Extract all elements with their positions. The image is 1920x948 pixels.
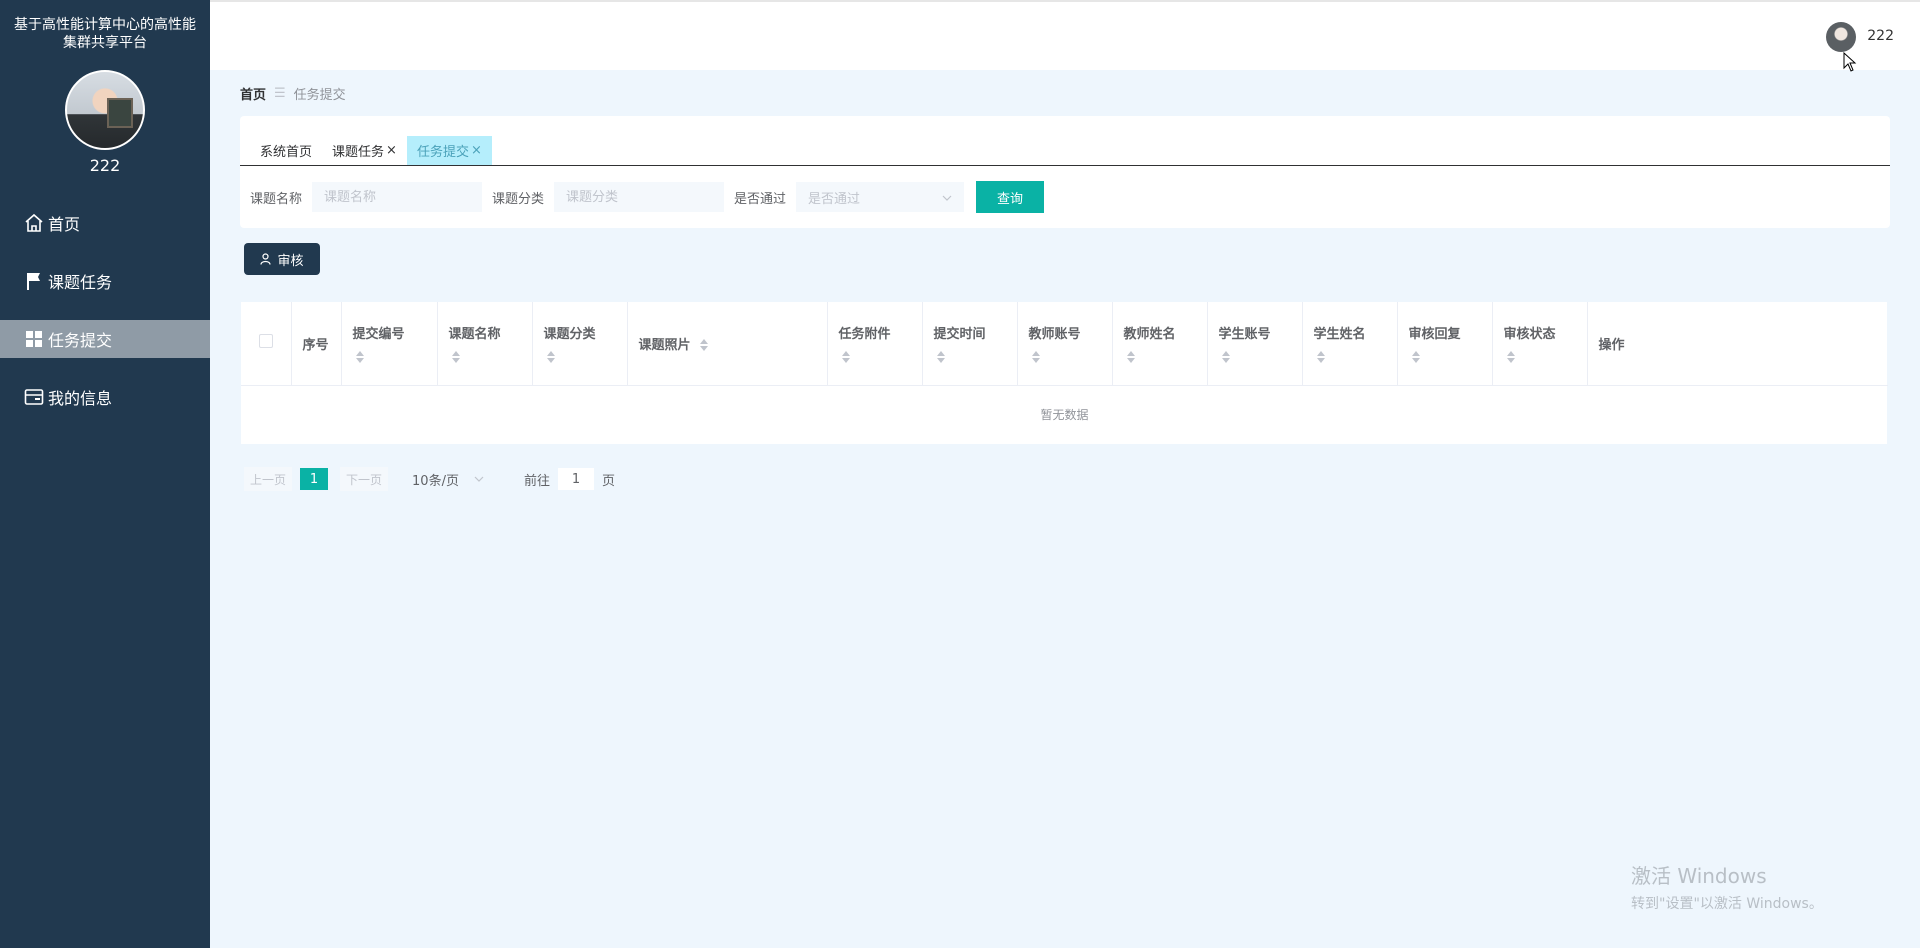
breadcrumb-current: 任务提交 (293, 88, 346, 103)
sort-icon[interactable] (1504, 350, 1518, 364)
sort-icon[interactable] (1124, 350, 1138, 364)
column-header[interactable]: 课题分类 (532, 302, 628, 386)
page-size-select[interactable]: 10条/页 (412, 470, 492, 489)
mouse-cursor-icon (1843, 51, 1857, 76)
topic-category-input[interactable] (554, 182, 725, 212)
page-suffix: 页 (602, 473, 616, 489)
audit-button[interactable]: 审核 (244, 243, 320, 275)
close-icon[interactable]: × (386, 143, 397, 158)
column-header[interactable]: 学生账号 (1207, 302, 1303, 386)
search-filters: 课题名称 课题分类 是否通过 是否通过 查询 (250, 181, 1045, 213)
select-all-checkbox[interactable] (258, 334, 273, 349)
column-header[interactable]: 教师账号 (1017, 302, 1113, 386)
submissions-table: 序号 提交编号 课题名称 课题分类 课题照片 任务附件 提交时间 教师账号 教师… (241, 302, 1888, 444)
sidebar-item-task-submit[interactable]: 任务提交 (0, 320, 210, 358)
column-header[interactable]: 课题名称 (437, 302, 533, 386)
pass-status-label: 是否通过 (734, 191, 787, 207)
tab-topic-tasks[interactable]: 课题任务 × (322, 136, 407, 165)
page-number-active[interactable]: 1 (300, 468, 329, 490)
sidebar-item-my-info[interactable]: 我的信息 (0, 378, 210, 416)
breadcrumb-home[interactable]: 首页 (240, 84, 266, 103)
topic-category-label: 课题分类 (492, 191, 545, 207)
chevron-down-icon (942, 190, 952, 205)
column-header[interactable]: 提交时间 (922, 302, 1018, 386)
chevron-down-icon (474, 474, 484, 485)
filter-panel: 系统首页 课题任务 × 任务提交 × 课题名称 课题分类 是否通过 是否通过 查… (240, 116, 1890, 228)
sort-icon[interactable] (449, 350, 463, 364)
column-header[interactable]: 教师姓名 (1112, 302, 1208, 386)
goto-page: 前往 页 (524, 468, 615, 490)
id-card-icon (24, 387, 44, 407)
user-icon (260, 253, 272, 265)
empty-text: 暂无数据 (1040, 407, 1089, 422)
sidebar-item-label: 我的信息 (48, 389, 113, 408)
sidebar: 基于高性能计算中心的高性能 集群共享平台 222 首页 课题任务 任务提交 我的… (0, 0, 210, 948)
column-header[interactable]: 审核状态 (1492, 302, 1588, 386)
column-header: 序号 (291, 302, 342, 386)
sidebar-item-label: 任务提交 (48, 331, 113, 350)
grid-icon (24, 329, 44, 349)
query-button[interactable]: 查询 (976, 181, 1045, 213)
column-header[interactable]: 课题照片 (627, 302, 828, 386)
sidebar-menu: 首页 课题任务 任务提交 我的信息 (0, 204, 210, 436)
flag-icon (24, 271, 44, 291)
sidebar-username: 222 (89, 156, 121, 175)
empty-row: 暂无数据 (241, 385, 1888, 443)
sort-icon[interactable] (1029, 350, 1043, 364)
windows-activation-watermark: 激活 Windows 转到"设置"以激活 Windows。 (1631, 864, 1823, 912)
pagination: 上一页 1 下一页 10条/页 前往 页 (244, 467, 615, 491)
next-page-button[interactable]: 下一页 (340, 467, 389, 491)
tab-system-home[interactable]: 系统首页 (250, 136, 322, 165)
sort-icon[interactable] (1219, 350, 1233, 364)
sort-icon[interactable] (353, 350, 367, 364)
close-icon[interactable]: × (471, 143, 482, 158)
tab-bar: 系统首页 课题任务 × 任务提交 × (240, 136, 1890, 166)
sidebar-item-home[interactable]: 首页 (0, 204, 210, 242)
column-header[interactable]: 审核回复 (1397, 302, 1493, 386)
sort-icon[interactable] (697, 338, 711, 352)
avatar[interactable] (65, 70, 145, 150)
prev-page-button[interactable]: 上一页 (244, 467, 293, 491)
column-header[interactable]: 任务附件 (827, 302, 923, 386)
sidebar-item-label: 首页 (48, 215, 81, 234)
topic-name-input[interactable] (312, 182, 483, 212)
pass-status-select[interactable]: 是否通过 (796, 182, 965, 212)
sidebar-item-topic-tasks[interactable]: 课题任务 (0, 262, 210, 300)
sort-icon[interactable] (839, 350, 853, 364)
goto-label: 前往 (524, 473, 551, 489)
column-header[interactable]: 提交编号 (341, 302, 438, 386)
home-icon (24, 213, 44, 233)
goto-page-input[interactable] (558, 468, 595, 490)
user-avatar[interactable] (1826, 22, 1856, 52)
sort-icon[interactable] (1409, 350, 1423, 364)
column-header[interactable]: 学生姓名 (1302, 302, 1398, 386)
app-title: 基于高性能计算中心的高性能 集群共享平台 (14, 17, 196, 51)
select-all-cell (241, 302, 292, 386)
table-header-row: 序号 提交编号 课题名称 课题分类 课题照片 任务附件 提交时间 教师账号 教师… (241, 302, 1888, 386)
sort-icon[interactable] (1314, 350, 1328, 364)
column-header: 操作 (1587, 302, 1888, 386)
tab-task-submit[interactable]: 任务提交 × (406, 136, 492, 165)
sidebar-item-label: 课题任务 (48, 273, 113, 292)
topic-name-label: 课题名称 (250, 191, 303, 207)
header-username[interactable]: 222 (1867, 28, 1894, 44)
sort-icon[interactable] (544, 350, 558, 364)
menu-separator-icon: ☰ (274, 86, 286, 101)
sort-icon[interactable] (934, 350, 948, 364)
breadcrumb: 首页 ☰ 任务提交 (240, 84, 346, 103)
top-bar: 222 (210, 0, 1920, 72)
